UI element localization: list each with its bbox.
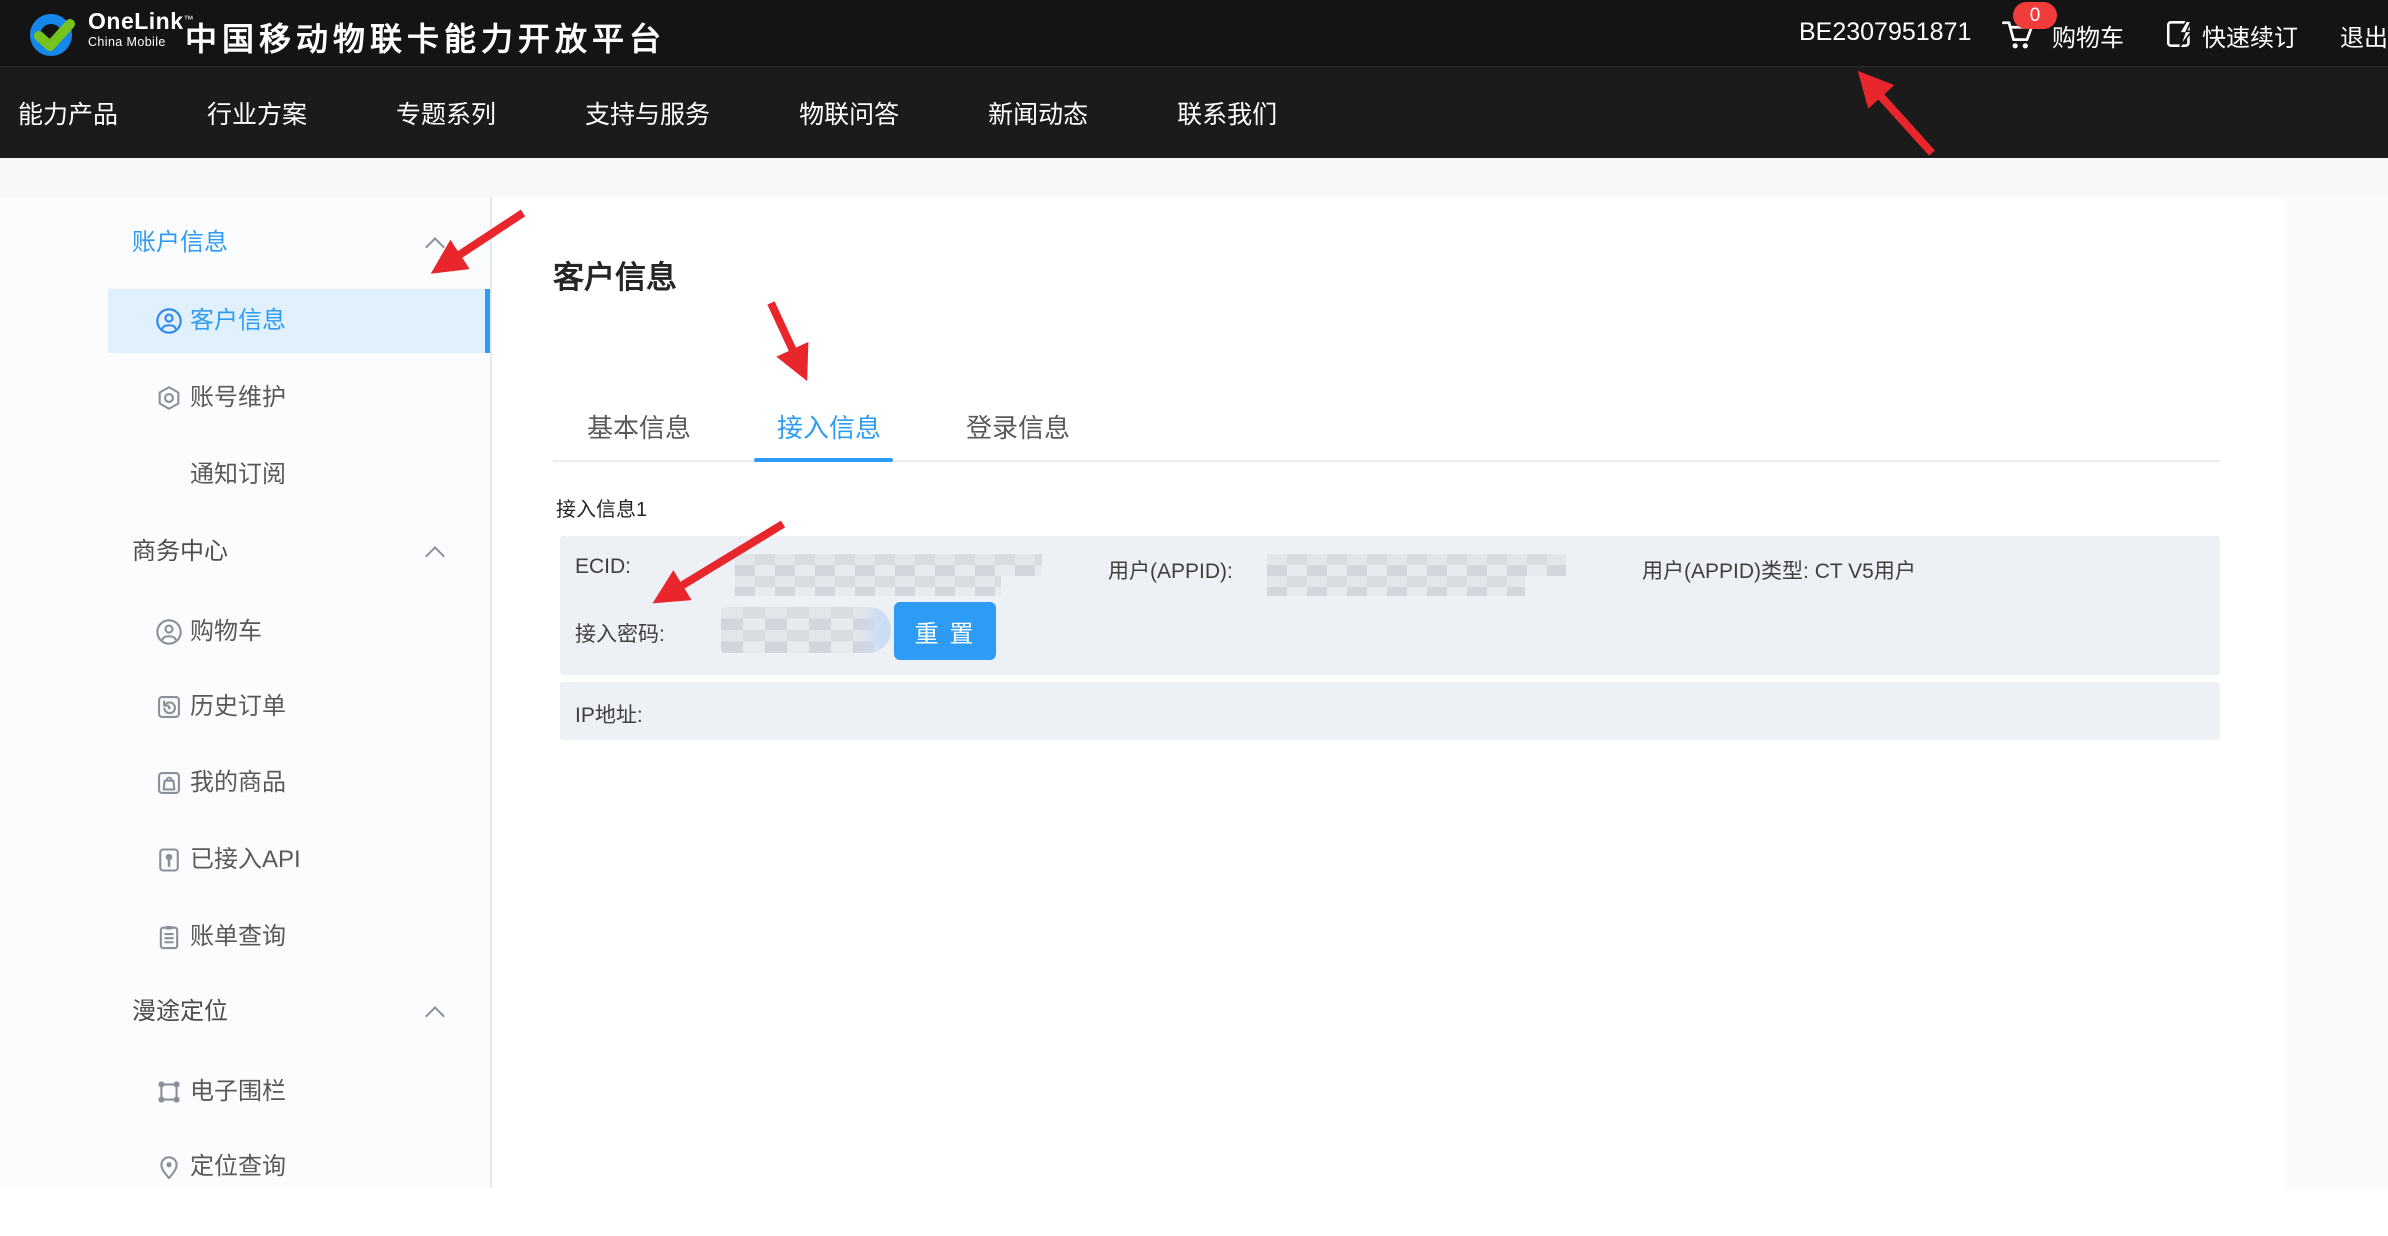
sidebar-group-label[interactable]: 商务中心 [132,532,228,572]
nut-icon [155,384,183,412]
sidebar-item-label[interactable]: 购物车 [190,600,262,664]
ecid-value-redacted [735,554,1042,576]
sidebar-item-label[interactable]: 账单查询 [190,905,286,969]
sidebar-item-label[interactable]: 历史订单 [190,675,286,739]
appid-value-redacted [1267,554,1566,576]
cart-count-badge: 0 [2013,2,2057,29]
top-bar: OneLink™ China Mobile 中国移动物联卡能力开放平台 BE23… [0,0,2388,66]
chevron-up-icon[interactable] [425,1006,445,1026]
sidebar-item-location-query[interactable]: 定位查询 [0,1135,490,1199]
sidebar-item-connected-api[interactable]: 已接入API [0,828,490,892]
nav-item-industry[interactable]: 行业方案 [207,95,307,131]
lightning-doc-icon[interactable] [2164,17,2198,51]
access-password-label: 接入密码: [575,618,665,648]
cart-link[interactable]: 购物车 [2052,18,2124,53]
appid-type: 用户(APPID)类型: CT V5用户 [1642,555,1916,585]
sidebar-item-label[interactable]: 通知订阅 [190,443,286,507]
right-margin [2285,197,2388,1188]
sidebar-group-mantu-location[interactable]: 漫途定位 [0,992,490,1032]
nav-item-support[interactable]: 支持与服务 [585,95,710,131]
sidebar-item-my-products[interactable]: 我的商品 [0,751,490,815]
tab-login-info[interactable]: 登录信息 [966,408,1070,445]
bag-icon [155,769,183,797]
fence-icon [155,1078,183,1106]
reset-password-button[interactable]: 重 置 [894,602,996,660]
ip-panel [560,682,2220,740]
sidebar-item-account-maintenance[interactable]: 账号维护 [0,366,490,430]
tab-access-info[interactable]: 接入信息 [777,408,881,445]
brand-block: OneLink™ China Mobile [88,10,194,49]
active-tab-underline [754,458,893,462]
sidebar-item-label[interactable]: 已接入API [190,828,301,892]
sidebar-group-business[interactable]: 商务中心 [0,532,490,572]
user-circle-icon [155,618,183,646]
logout-link[interactable]: 退出 [2340,18,2388,53]
nav-item-news[interactable]: 新闻动态 [988,95,1088,131]
user-circle-icon [155,307,183,335]
spacer-band [0,158,2388,197]
page-title: 客户信息 [553,252,677,297]
brand-name: OneLink [88,8,184,34]
sidebar-group-label[interactable]: 漫途定位 [132,992,228,1032]
section-label: 接入信息1 [556,493,647,522]
key-icon [155,846,183,874]
chevron-up-icon[interactable] [425,546,445,566]
password-field-cap [859,607,891,653]
appid-value-redacted [1267,576,1525,596]
sidebar-group-label[interactable]: 账户信息 [132,223,228,263]
site-title: 中国移动物联卡能力开放平台 [185,14,666,60]
sidebar-item-label[interactable]: 电子围栏 [190,1060,286,1124]
bill-icon [155,923,183,951]
sidebar-item-billing[interactable]: 账单查询 [0,905,490,969]
appid-type-value: CT V5用户 [1815,560,1916,583]
sidebar-item-notifications[interactable]: 通知订阅 [0,443,490,507]
main-nav: 能力产品 行业方案 专题系列 支持与服务 物联问答 新闻动态 联系我们 [0,66,2388,159]
nav-item-qa[interactable]: 物联问答 [799,95,899,131]
nav-list: 能力产品 行业方案 专题系列 支持与服务 物联问答 新闻动态 联系我们 [0,67,2388,159]
location-pin-icon [155,1153,183,1181]
appid-type-label: 用户(APPID)类型: [1642,560,1809,583]
onelink-logo-icon [26,10,82,60]
nav-item-topics[interactable]: 专题系列 [396,95,496,131]
sidebar-item-label[interactable]: 账号维护 [190,366,286,430]
account-id[interactable]: BE2307951871 [1799,18,1971,47]
sidebar-item-label[interactable]: 我的商品 [190,751,286,815]
brand-subtitle: China Mobile [88,36,194,49]
sidebar-item-cart[interactable]: 购物车 [0,600,490,664]
sidebar-item-label[interactable]: 定位查询 [190,1135,286,1199]
ecid-value-redacted [735,576,1001,596]
sidebar-item-label[interactable]: 客户信息 [190,289,286,353]
appid-label: 用户(APPID): [1108,555,1233,585]
ecid-label: ECID: [575,555,631,579]
nav-item-products[interactable]: 能力产品 [18,95,118,131]
chevron-up-icon[interactable] [425,237,445,257]
history-icon [155,693,183,721]
sidebar-item-geofence[interactable]: 电子围栏 [0,1060,490,1124]
quick-renew-link[interactable]: 快速续订 [2202,18,2298,53]
page: OneLink™ China Mobile 中国移动物联卡能力开放平台 BE23… [0,0,2388,1236]
password-value-redacted [721,607,891,653]
sidebar-item-order-history[interactable]: 历史订单 [0,675,490,739]
nav-item-contact[interactable]: 联系我们 [1177,95,1277,131]
ip-label: IP地址: [575,699,643,729]
sidebar-group-account[interactable]: 账户信息 [0,223,490,263]
sidebar-item-customer-info[interactable]: 客户信息 [0,289,490,353]
tab-basic-info[interactable]: 基本信息 [587,408,691,445]
